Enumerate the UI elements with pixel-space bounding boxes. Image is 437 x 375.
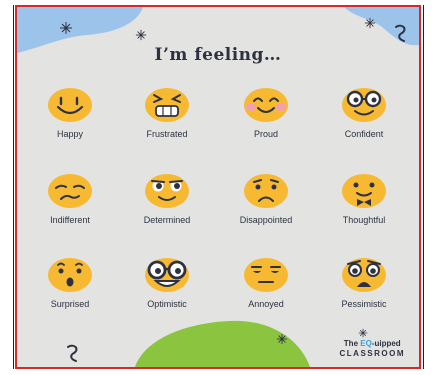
sparkle-icon <box>358 328 367 338</box>
disappointed-face-icon <box>244 174 288 208</box>
brand-line-1: The EQ-uipped <box>340 339 406 349</box>
brand-prefix: The <box>343 339 361 348</box>
swirl-icon <box>395 24 406 42</box>
pessimistic-face-icon <box>342 258 386 292</box>
emotion-optimistic: Optimistic <box>122 257 212 309</box>
left-frame-line <box>13 5 14 369</box>
poster-title: I’m feeling… <box>154 45 282 65</box>
emotion-surprised: Surprised <box>25 257 115 309</box>
confident-face-icon <box>342 88 386 122</box>
proud-face-icon <box>244 88 288 122</box>
brand-suffix: -uipped <box>371 339 401 348</box>
emotion-confident: Confident <box>319 87 409 139</box>
annoyed-face-icon <box>244 258 288 292</box>
emotion-label: Confident <box>344 129 384 139</box>
brand-highlight: EQ <box>360 339 372 348</box>
frustrated-face-icon <box>145 88 189 122</box>
emotion-label: Indifferent <box>50 215 90 225</box>
emotion-label: Frustrated <box>146 129 188 139</box>
emotion-annoyed: Annoyed <box>221 257 311 309</box>
swirl-icon <box>67 344 78 362</box>
right-frame-line <box>423 5 424 369</box>
feelings-poster: I’m feeling… Happy Frustrated Proud Conf… <box>15 5 421 369</box>
emotion-label: Optimistic <box>147 299 187 309</box>
emotion-label: Happy <box>56 129 83 139</box>
emotion-indifferent: Indifferent <box>25 173 115 225</box>
sparkle-icon <box>135 29 147 41</box>
emotion-label: Surprised <box>50 299 90 309</box>
emotion-label: Disappointed <box>239 215 293 225</box>
optimistic-face-icon <box>145 258 189 292</box>
emotion-happy: Happy <box>25 87 115 139</box>
emotion-pessimistic: Pessimistic <box>319 257 409 309</box>
emotion-proud: Proud <box>221 87 311 139</box>
sparkle-icon <box>364 17 376 29</box>
surprised-face-icon <box>48 258 92 292</box>
emotion-label: Determined <box>143 215 191 225</box>
emotion-label: Proud <box>253 129 279 139</box>
emotion-thoughtful: Thoughtful <box>319 173 409 225</box>
emotion-frustrated: Frustrated <box>122 87 212 139</box>
brand-line-2: CLASSROOM <box>339 349 405 358</box>
emotion-label: Annoyed <box>248 299 284 309</box>
thoughtful-face-icon <box>342 174 386 208</box>
determined-face-icon <box>145 174 189 208</box>
indifferent-face-icon <box>48 174 92 208</box>
happy-face-icon <box>48 88 92 122</box>
emotion-disappointed: Disappointed <box>221 173 311 225</box>
emotion-label: Thoughtful <box>342 215 386 225</box>
brand-logo: The EQ-uipped CLASSROOM <box>340 328 406 359</box>
sparkle-icon <box>276 333 288 345</box>
emotion-determined: Determined <box>122 173 212 225</box>
emotion-label: Pessimistic <box>341 299 387 309</box>
sparkle-icon <box>60 22 72 34</box>
